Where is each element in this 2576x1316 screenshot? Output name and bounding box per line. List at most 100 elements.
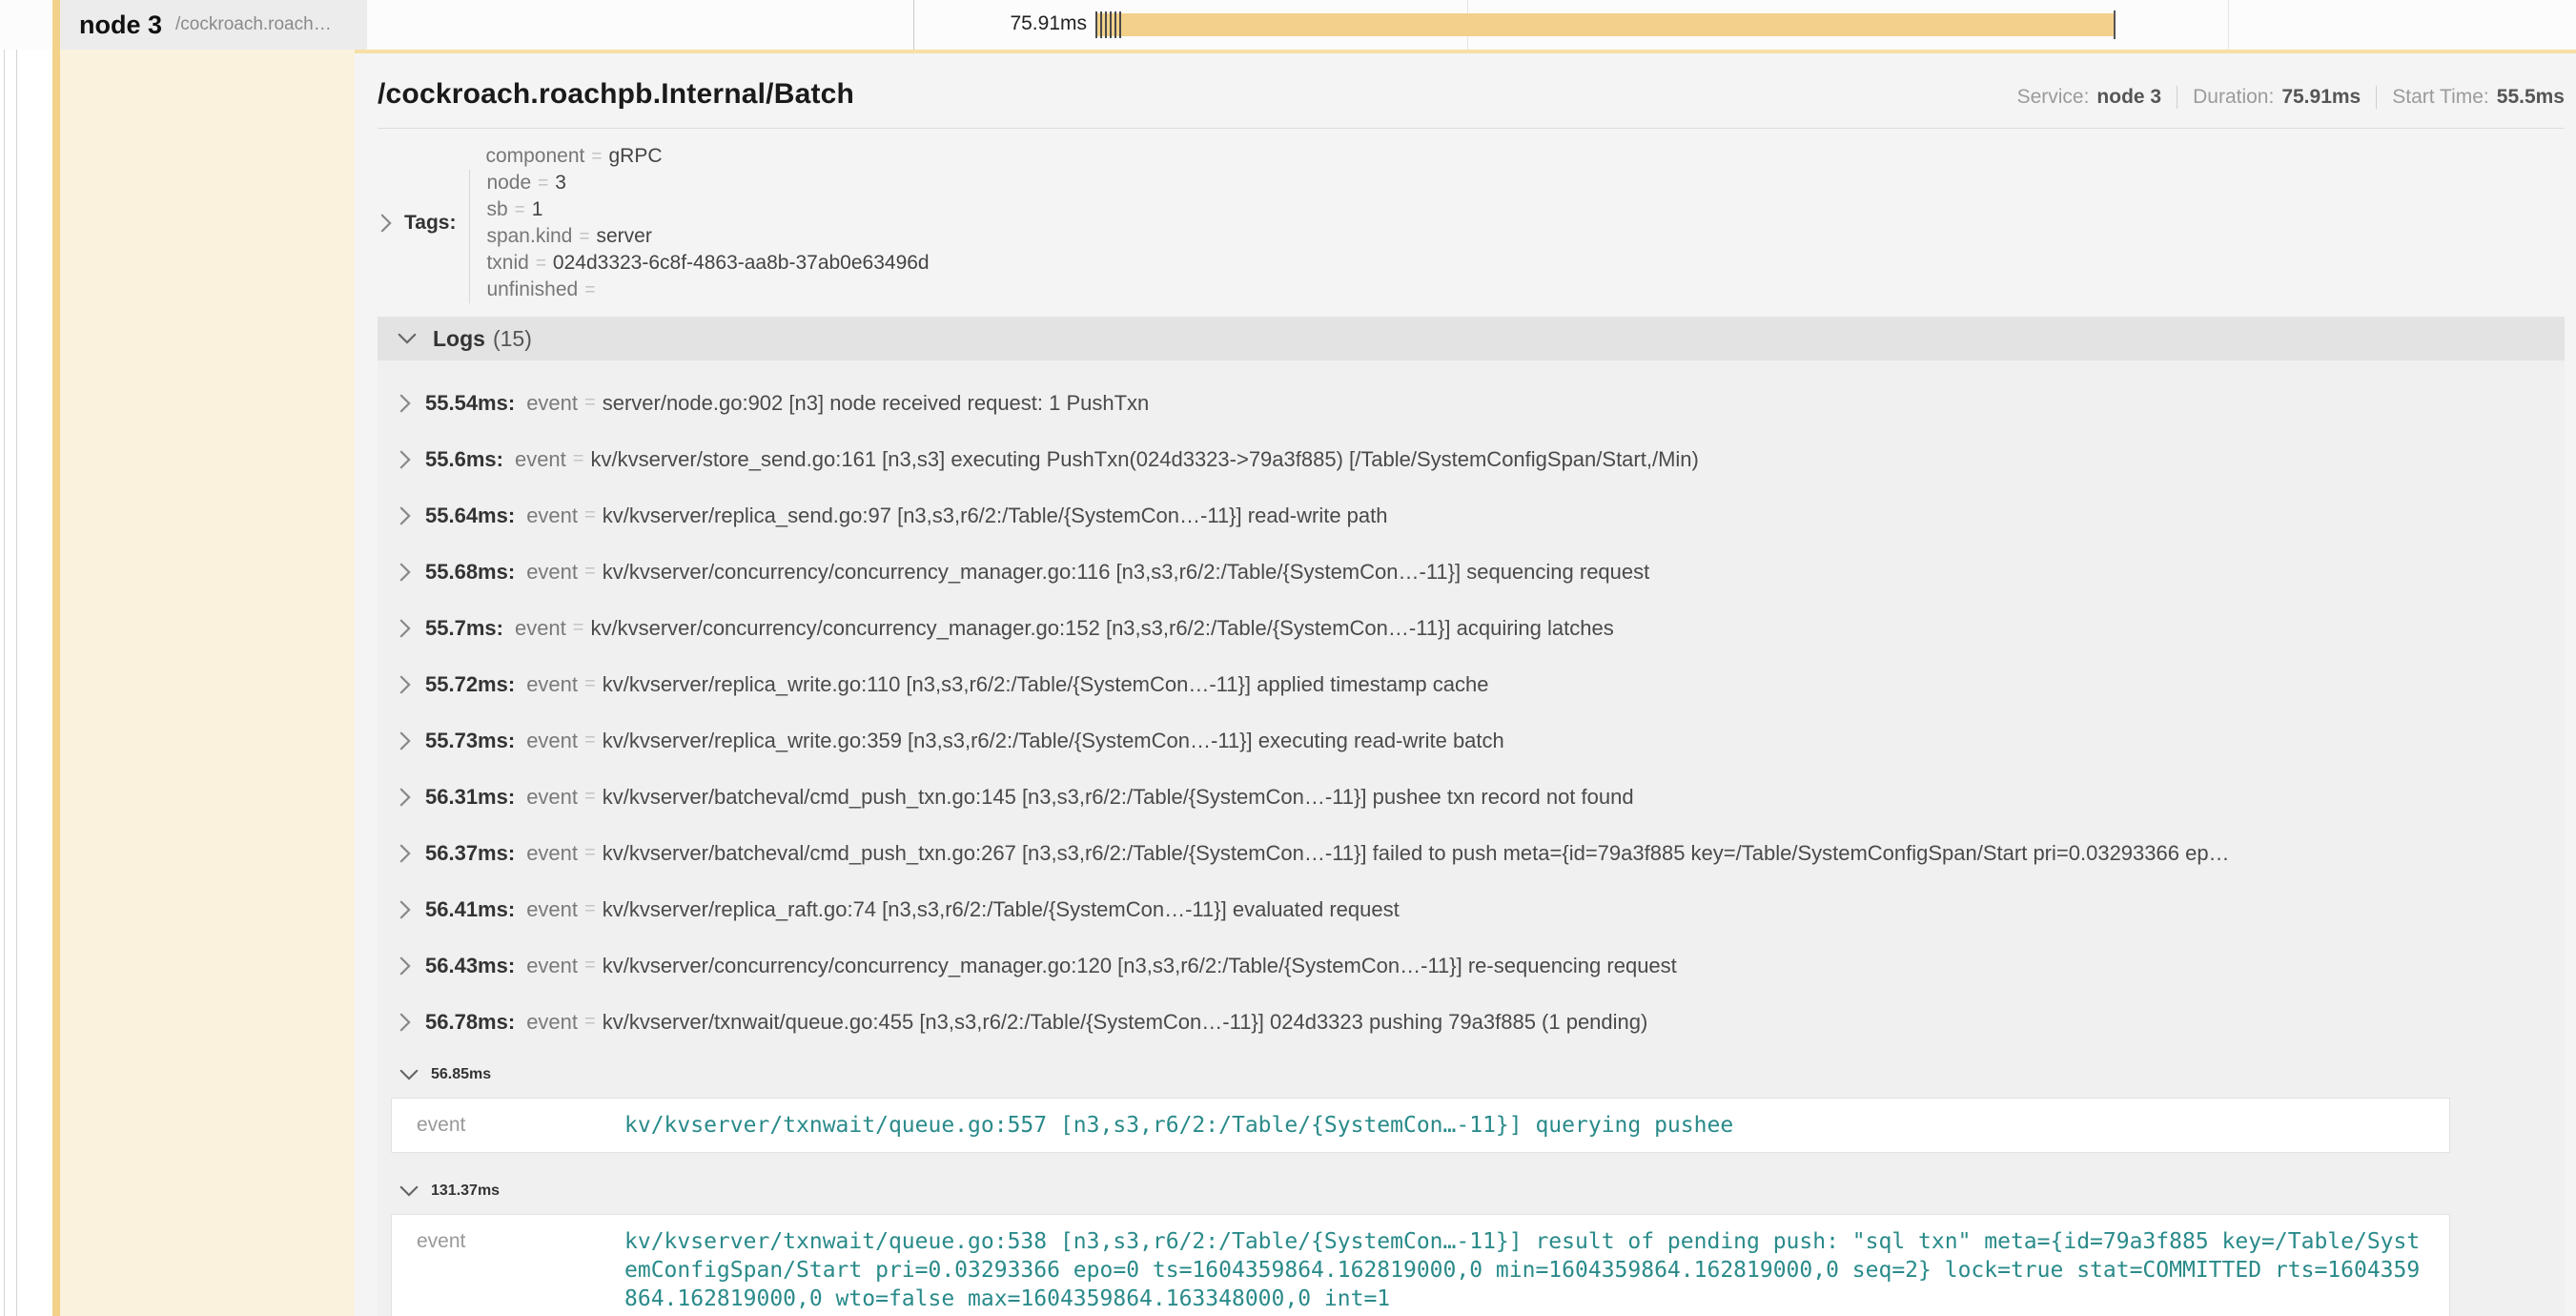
selected-span-highlight (60, 50, 355, 1316)
chevron-right-icon (399, 843, 412, 864)
logs-section-toggle[interactable]: Logs (15) (378, 317, 2565, 360)
tags-list: component = gRPC node = 3 sb = 1 span.ki… (469, 143, 945, 303)
chevron-right-icon (399, 562, 412, 583)
log-entry-expanded: 56.85ms event kv/kvserver/txnwait/queue.… (378, 1054, 2565, 1153)
tag-value: 3 (555, 172, 566, 195)
log-field-key: event (392, 1227, 624, 1313)
log-field-value: kv/kvserver/txnwait/queue.go:455 [n3,s3,… (603, 1010, 1648, 1035)
tags-toggle[interactable]: Tags: (379, 212, 469, 235)
log-field-value: kv/kvserver/replica_send.go:97 [n3,s3,r6… (603, 504, 1388, 528)
span-duration-label: 75.91ms (944, 12, 1087, 35)
log-timestamp: 56.31ms: (425, 785, 515, 810)
logs-list: 55.54ms: event = server/node.go:902 [n3]… (378, 360, 2565, 1316)
tags-row: Tags: component = gRPC node = 3 sb = 1 s… (378, 129, 2565, 317)
tag-key: unfinished (486, 278, 578, 301)
equals-sign: = (584, 673, 596, 695)
chevron-down-icon (399, 1068, 419, 1081)
log-tick-marks (1095, 11, 1121, 38)
log-entry-row[interactable]: 55.54ms: event = server/node.go:902 [n3]… (378, 375, 2565, 431)
log-detail-card: event kv/kvserver/txnwait/queue.go:538 [… (391, 1214, 2450, 1316)
span-name-tab[interactable]: node 3 /cockroach.roach… (52, 0, 367, 50)
chevron-right-icon (399, 618, 412, 639)
log-entry-row[interactable]: 55.64ms: event = kv/kvserver/replica_sen… (378, 487, 2565, 544)
log-field-key: event (515, 447, 566, 472)
tag-item: node = 3 (469, 170, 945, 196)
log-field-key: event (515, 616, 566, 641)
left-rail-divider (4, 0, 5, 1316)
tag-key: span.kind (486, 225, 572, 248)
equals-sign: = (515, 200, 525, 221)
chevron-right-icon (399, 787, 412, 808)
span-color-bar (52, 3, 60, 1316)
span-operation-name: /cockroach.roach… (175, 14, 332, 35)
log-entry-row[interactable]: 56.37ms: event = kv/kvserver/batcheval/c… (378, 825, 2565, 881)
meta-start-time: Start Time: 55.5ms (2376, 86, 2565, 109)
logs-title: Logs (433, 326, 485, 352)
log-field-value: server/node.go:902 [n3] node received re… (603, 391, 1150, 416)
detail-title-row: /cockroach.roachpb.Internal/Batch Servic… (378, 53, 2565, 111)
log-timestamp: 55.7ms: (425, 616, 503, 641)
log-entry-expanded: 131.37ms event kv/kvserver/txnwait/queue… (378, 1170, 2565, 1316)
tag-value: gRPC (608, 145, 662, 168)
log-entry-header[interactable]: 56.85ms (378, 1054, 2565, 1096)
log-field-value: kv/kvserver/batcheval/cmd_push_txn.go:14… (603, 785, 1634, 810)
log-field-value: kv/kvserver/store_send.go:161 [n3,s3] ex… (590, 447, 1698, 472)
log-entry-row[interactable]: 56.41ms: event = kv/kvserver/replica_raf… (378, 881, 2565, 937)
tag-value: 024d3323-6c8f-4863-aa8b-37ab0e63496d (553, 252, 930, 275)
log-timestamp: 55.72ms: (425, 672, 515, 697)
log-entry-row[interactable]: 55.73ms: event = kv/kvserver/replica_wri… (378, 712, 2565, 769)
log-entry-row[interactable]: 55.6ms: event = kv/kvserver/store_send.g… (378, 431, 2565, 487)
span-service-name: node 3 (79, 10, 162, 40)
chevron-right-icon (399, 1012, 412, 1033)
equals-sign: = (591, 147, 602, 168)
log-field-key: event (526, 954, 578, 978)
equals-sign: = (584, 392, 596, 414)
log-entry-row[interactable]: 56.78ms: event = kv/kvserver/txnwait/que… (378, 994, 2565, 1050)
tag-key: component (485, 145, 584, 168)
tag-key: txnid (486, 252, 528, 275)
log-field-key: event (526, 841, 578, 866)
tag-item: span.kind = server (469, 223, 945, 250)
log-timestamp: 55.64ms: (425, 504, 515, 528)
log-field-key: event (526, 672, 578, 697)
span-duration-bar[interactable] (1097, 13, 2116, 36)
trace-span-row: node 3 /cockroach.roach… 75.91ms (0, 0, 2576, 50)
log-entry-row[interactable]: 55.68ms: event = kv/kvserver/concurrency… (378, 544, 2565, 600)
equals-sign: = (584, 898, 596, 920)
chevron-right-icon (399, 449, 412, 470)
equals-sign: = (584, 561, 596, 583)
chevron-right-icon (399, 730, 412, 751)
tags-label: Tags: (404, 212, 456, 235)
log-field-value: kv/kvserver/concurrency/concurrency_mana… (603, 560, 1650, 585)
equals-sign: = (584, 955, 596, 977)
tag-value: 1 (532, 198, 543, 221)
span-meta: Service: node 3 Duration: 75.91ms Start … (2017, 86, 2565, 109)
span-detail-panel: /cockroach.roachpb.Internal/Batch Servic… (355, 50, 2576, 1316)
logs-count: (15) (493, 326, 532, 352)
chevron-down-icon (399, 1184, 419, 1198)
log-field-key: event (526, 785, 578, 810)
equals-sign: = (584, 504, 596, 526)
log-detail-card: event kv/kvserver/txnwait/queue.go:557 [… (391, 1098, 2450, 1153)
log-field-key: event (526, 897, 578, 922)
chevron-right-icon (399, 674, 412, 695)
log-field-key: event (526, 729, 578, 753)
tag-key: sb (486, 198, 507, 221)
log-tick-mark-end (2114, 10, 2116, 39)
equals-sign: = (573, 617, 584, 639)
page-title: /cockroach.roachpb.Internal/Batch (378, 78, 854, 111)
log-field-value: kv/kvserver/concurrency/concurrency_mana… (603, 954, 1677, 978)
log-entry-row[interactable]: 55.72ms: event = kv/kvserver/replica_wri… (378, 656, 2565, 712)
name-column-resizer[interactable] (913, 0, 914, 50)
log-entry-row[interactable]: 56.43ms: event = kv/kvserver/concurrency… (378, 937, 2565, 994)
log-entry-row[interactable]: 55.7ms: event = kv/kvserver/concurrency/… (378, 600, 2565, 656)
log-field-value: kv/kvserver/concurrency/concurrency_mana… (590, 616, 1613, 641)
log-entry-header[interactable]: 131.37ms (378, 1170, 2565, 1212)
equals-sign: = (584, 1011, 596, 1033)
log-field-value: kv/kvserver/txnwait/queue.go:538 [n3,s3,… (624, 1227, 2441, 1313)
log-entry-row[interactable]: 56.31ms: event = kv/kvserver/batcheval/c… (378, 769, 2565, 825)
tag-item: component = gRPC (469, 143, 945, 170)
equals-sign: = (584, 842, 596, 864)
log-timestamp: 131.37ms (431, 1182, 500, 1200)
meta-duration: Duration: 75.91ms (2177, 86, 2361, 109)
